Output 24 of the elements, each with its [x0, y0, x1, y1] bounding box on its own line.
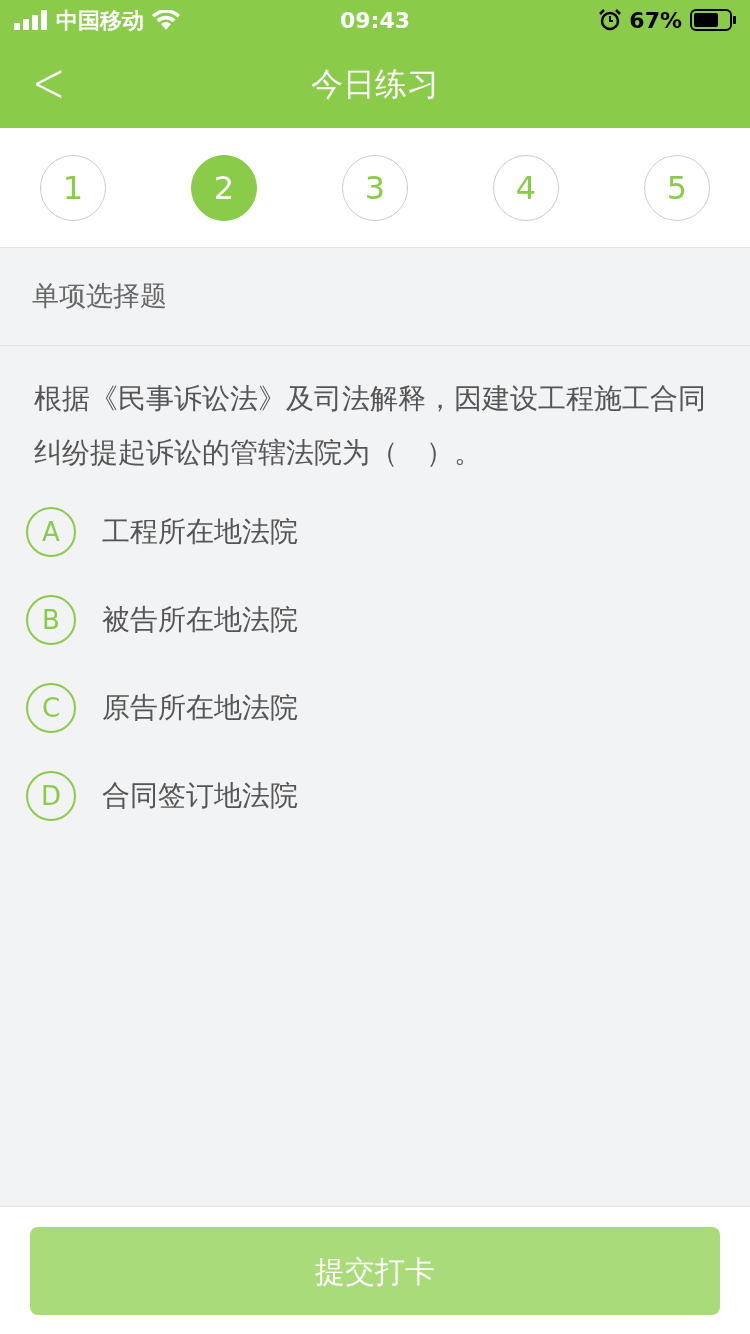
status-time: 09:43 [340, 6, 410, 35]
question-number[interactable]: 4 [493, 154, 559, 221]
option-letter[interactable]: C [26, 683, 76, 733]
option-text[interactable]: 合同签订地法院 [102, 775, 298, 817]
carrier-name: 中国移动 [56, 6, 144, 35]
option-letter[interactable]: A [26, 507, 76, 557]
question-number[interactable]: 1 [40, 154, 106, 221]
battery-percent: 67% [629, 6, 682, 35]
alarm-icon [599, 9, 622, 31]
option-text[interactable]: 工程所在地法院 [102, 511, 298, 553]
question-text: 根据《民事诉讼法》及司法解释，因建设工程施工合同纠纷提起诉讼的管辖法院为（ ）。 [33, 381, 707, 471]
page-title: 今日练习 [311, 64, 439, 105]
option-text[interactable]: 原告所在地法院 [102, 687, 298, 729]
question-number[interactable]: 2 [191, 154, 257, 221]
question-number[interactable]: 5 [644, 154, 710, 221]
back-button[interactable]: < [22, 48, 76, 116]
battery-icon [690, 9, 736, 31]
signal-icon [14, 10, 48, 30]
option-text[interactable]: 被告所在地法院 [102, 599, 298, 641]
question-number[interactable]: 3 [342, 154, 408, 221]
section-title: 单项选择题 [32, 279, 167, 314]
option-letter[interactable]: D [26, 771, 76, 821]
wifi-icon [152, 10, 180, 30]
option-letter[interactable]: B [26, 595, 76, 645]
